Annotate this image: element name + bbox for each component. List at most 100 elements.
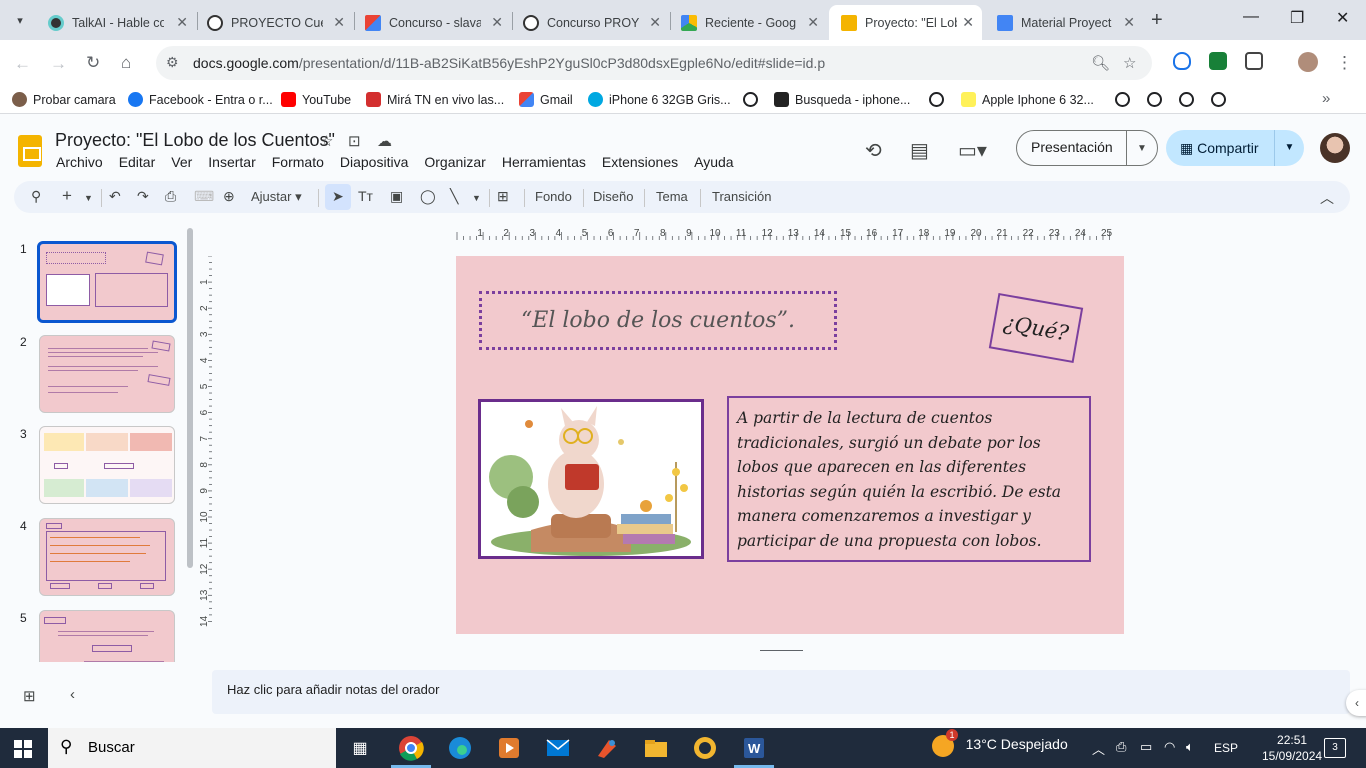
collapse-filmstrip-icon[interactable]: ‹ <box>70 686 75 703</box>
redo-icon[interactable]: ↷ <box>137 188 149 205</box>
slide-thumbnail-2[interactable] <box>39 335 175 413</box>
back-icon[interactable]: ← <box>14 54 31 74</box>
browser-tab-active[interactable]: Proyecto: "El Lob ✕ <box>829 5 982 40</box>
meet-icon[interactable]: ⎙ <box>1116 739 1126 755</box>
menu-ayuda[interactable]: Ayuda <box>694 154 733 170</box>
bookmark-item[interactable]: Busqueda - iphone... <box>774 92 910 107</box>
close-icon[interactable]: ✕ <box>333 14 345 31</box>
site-info-icon[interactable]: ⚙ <box>166 54 179 71</box>
menu-herramientas[interactable]: Herramientas <box>502 154 586 170</box>
slides-logo-icon[interactable] <box>18 135 42 167</box>
browser-tab[interactable]: Concurso PROYE ✕ <box>511 5 669 40</box>
chevron-down-icon[interactable]: ▼ <box>1127 143 1157 154</box>
slide-title-box[interactable]: “El lobo de los cuentos”. <box>479 291 837 350</box>
theme-button[interactable]: Tema <box>656 189 688 204</box>
paint-format-icon[interactable]: ⌨ <box>194 188 214 205</box>
new-tab-icon[interactable]: + <box>1151 9 1163 32</box>
menu-diapositiva[interactable]: Diapositiva <box>340 154 408 170</box>
comment-add-icon[interactable]: ⊞ <box>497 188 509 205</box>
chevron-down-icon[interactable]: ▼ <box>84 193 93 203</box>
notes-resize-handle[interactable] <box>760 650 803 651</box>
chevron-down-icon[interactable]: ▼ <box>1274 130 1304 166</box>
slide-thumbnail-3[interactable] <box>39 426 175 504</box>
bookmark-item[interactable]: Gmail <box>519 92 573 107</box>
description-text-box[interactable]: A partir de la lectura de cuentos tradic… <box>727 396 1091 562</box>
weather-widget[interactable]: 1 13°C Despejado <box>932 729 1068 757</box>
layout-button[interactable]: Diseño <box>593 189 633 204</box>
menu-insertar[interactable]: Insertar <box>208 154 255 170</box>
close-window-icon[interactable]: ✕ <box>1336 8 1349 28</box>
bookmark-item[interactable]: Facebook - Entra o r... <box>128 92 273 107</box>
zoom-icon[interactable]: ⊕ <box>223 188 235 205</box>
document-title[interactable]: Proyecto: "El Lobo de los Cuentos" <box>55 130 335 151</box>
move-folder-icon[interactable]: ⊡ <box>348 132 361 150</box>
home-icon[interactable]: ⌂ <box>121 53 131 73</box>
shape-icon[interactable]: ◯ <box>420 188 436 205</box>
bookmark-item[interactable]: YouTube <box>281 92 351 107</box>
cursor-select-icon[interactable]: ➤ <box>332 188 344 205</box>
user-avatar[interactable] <box>1320 133 1350 163</box>
edge-icon[interactable] <box>446 734 474 762</box>
chevron-up-icon[interactable]: ︿ <box>1320 188 1334 208</box>
battery-icon[interactable]: ▭ <box>1140 739 1152 755</box>
new-slide-icon[interactable]: + <box>62 186 72 206</box>
browser-tab[interactable]: Concurso - slava ✕ <box>353 5 511 40</box>
globe-icon[interactable] <box>1115 92 1130 107</box>
extensions-puzzle-icon[interactable] <box>1245 52 1263 70</box>
slide-thumbnail-1[interactable] <box>37 241 177 323</box>
slide-1[interactable]: “El lobo de los cuentos”. ¿Qué? A partir… <box>456 256 1124 634</box>
sheets-extension-icon[interactable] <box>1209 52 1227 70</box>
chevron-up-icon[interactable]: ︿ <box>1092 739 1105 758</box>
question-box[interactable]: ¿Qué? <box>988 292 1084 364</box>
side-panel-toggle-icon[interactable]: ‹ <box>1346 690 1366 716</box>
profile-avatar[interactable] <box>1298 52 1318 72</box>
forward-icon[interactable]: → <box>50 54 67 74</box>
word-icon[interactable]: W <box>740 734 768 762</box>
star-icon[interactable]: ☆ <box>320 132 333 150</box>
slide-thumbnail-5[interactable] <box>39 610 175 662</box>
close-icon[interactable]: ✕ <box>649 14 661 31</box>
close-icon[interactable]: ✕ <box>176 14 188 31</box>
restore-icon[interactable]: ❐ <box>1290 8 1304 28</box>
volume-icon[interactable]: 🔈︎ <box>1186 739 1194 755</box>
reload-icon[interactable]: ↻ <box>86 53 100 73</box>
windows-start-icon[interactable] <box>14 740 32 758</box>
tab-search-icon[interactable]: ▾ <box>8 8 32 32</box>
task-view-icon[interactable]: ▦ <box>346 734 374 762</box>
wolf-reading-illustration[interactable] <box>478 399 704 559</box>
taskbar-search[interactable]: ⚲ Buscar <box>48 728 336 768</box>
meet-camera-icon[interactable]: ▭▾ <box>958 138 987 163</box>
shield-extension-icon[interactable] <box>1173 52 1191 70</box>
menu-extensiones[interactable]: Extensiones <box>602 154 678 170</box>
menu-archivo[interactable]: Archivo <box>56 154 103 170</box>
menu-editar[interactable]: Editar <box>119 154 156 170</box>
notification-center-icon[interactable]: 3 <box>1324 738 1346 758</box>
language-indicator[interactable]: ESP <box>1214 741 1238 755</box>
zoom-icon[interactable]: 🔍︎ <box>1091 54 1110 72</box>
zoom-select[interactable]: Ajustar ▾ <box>251 189 302 205</box>
transition-button[interactable]: Transición <box>712 189 771 204</box>
bookmark-star-icon[interactable]: ☆ <box>1123 54 1136 72</box>
globe-icon[interactable] <box>1179 92 1194 107</box>
globe-icon[interactable] <box>1147 92 1162 107</box>
search-menus-icon[interactable]: ⚲ <box>31 188 41 205</box>
slide-thumbnail-4[interactable] <box>39 518 175 596</box>
bookmark-item[interactable]: Apple Iphone 6 32... <box>961 92 1094 107</box>
bookmark-item[interactable]: Probar camara <box>12 92 116 107</box>
cloud-saved-icon[interactable]: ☁ <box>377 132 392 150</box>
more-bookmarks-icon[interactable]: » <box>1322 90 1330 107</box>
filmstrip-scrollbar[interactable] <box>187 228 193 568</box>
chevron-down-icon[interactable]: ▼ <box>472 193 481 203</box>
file-explorer-icon[interactable] <box>642 734 670 762</box>
menu-organizar[interactable]: Organizar <box>424 154 485 170</box>
comments-icon[interactable]: ▤ <box>910 138 929 163</box>
browser-tab[interactable]: PROYECTO Cuen ✕ <box>195 5 353 40</box>
security-app-icon[interactable] <box>691 734 719 762</box>
present-button[interactable]: Presentación ▼ <box>1016 130 1158 166</box>
menu-formato[interactable]: Formato <box>272 154 324 170</box>
bookmark-item[interactable]: iPhone 6 32GB Gris... <box>588 92 731 107</box>
close-icon[interactable]: ✕ <box>491 14 503 31</box>
wifi-icon[interactable]: ◠ <box>1164 739 1175 755</box>
globe-icon[interactable] <box>1211 92 1226 107</box>
print-icon[interactable]: ⎙ <box>165 188 176 205</box>
